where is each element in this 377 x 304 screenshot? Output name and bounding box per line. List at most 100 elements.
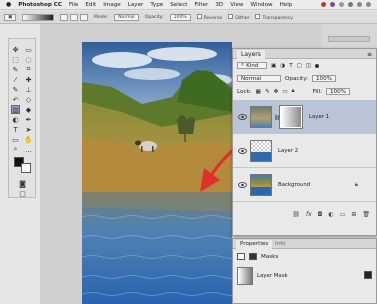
layer-name[interactable]: Layer 2	[278, 148, 298, 154]
artboard-tool-icon[interactable]: ▭	[24, 45, 33, 54]
link-layers-icon[interactable]: ⛓	[292, 211, 300, 218]
menu-3d[interactable]: 3D	[215, 2, 223, 8]
kind-filter-select[interactable]: ⌕ Kind	[237, 62, 267, 69]
angle-gradient-button[interactable]	[80, 13, 88, 21]
opacity-input[interactable]: 100%	[169, 13, 191, 21]
gradient-tool-preset[interactable]: ▣	[4, 13, 16, 21]
status-icon[interactable]	[321, 2, 326, 7]
filter-pixel-icon[interactable]: ▣	[271, 63, 276, 69]
blend-mode-select[interactable]: Normal	[237, 75, 281, 82]
delete-layer-icon[interactable]: 🗑︎	[362, 211, 370, 218]
path-select-tool-icon[interactable]: ➤	[24, 125, 33, 134]
masks-row: Masks	[233, 253, 376, 260]
layer-opacity-input[interactable]: 100%	[312, 75, 336, 82]
layers-tab[interactable]: Layers	[237, 50, 265, 59]
edit-toolbar-icon[interactable]: …	[24, 145, 33, 154]
apple-icon[interactable]: ●	[6, 1, 11, 8]
pixel-mask-button[interactable]	[364, 271, 372, 279]
status-icon-2[interactable]	[330, 2, 335, 7]
layer-name[interactable]: Background	[278, 182, 310, 188]
visibility-eye-icon[interactable]	[237, 146, 247, 156]
visibility-eye-icon[interactable]	[237, 180, 247, 190]
clone-stamp-tool-icon[interactable]: ⊥	[24, 85, 33, 94]
menu-file[interactable]: File	[69, 2, 78, 8]
battery-icon[interactable]	[348, 2, 353, 7]
fill-label: Fill:	[312, 88, 322, 95]
quick-select-tool-icon[interactable]: ✎	[11, 65, 20, 74]
wifi-icon[interactable]	[339, 2, 344, 7]
dodge-tool-icon[interactable]: ◐	[11, 115, 20, 124]
menu-image[interactable]: Image	[103, 2, 121, 8]
layer-thumbnail	[250, 174, 272, 196]
fill-input[interactable]: 100%	[325, 88, 350, 95]
type-tool-icon[interactable]: T	[11, 125, 20, 134]
menu-view[interactable]: View	[230, 2, 243, 8]
lasso-tool-icon[interactable]: ◌	[24, 55, 33, 64]
blur-tool-icon[interactable]: ◆	[24, 105, 33, 114]
mask-type-icon[interactable]	[249, 253, 257, 260]
new-group-icon[interactable]: ▭	[340, 211, 346, 218]
linear-gradient-button[interactable]	[60, 13, 68, 21]
eraser-tool-icon[interactable]: ◇	[24, 95, 33, 104]
gradient-tool-icon[interactable]: ▥	[11, 105, 20, 114]
transparency-option[interactable]: Transparency	[255, 13, 293, 21]
search-icon[interactable]	[357, 2, 362, 7]
menu-select[interactable]: Select	[170, 2, 187, 8]
opacity-label: Opacity:	[285, 75, 308, 82]
menu-help[interactable]: Help	[280, 2, 293, 8]
lock-all-icon[interactable]: 🔒︎	[292, 88, 295, 95]
menu-type[interactable]: Type	[150, 2, 163, 8]
reverse-option[interactable]: Reverse	[196, 13, 222, 21]
screen-mode-icon[interactable]: ▢	[18, 189, 27, 198]
panel-tab-stub[interactable]	[328, 36, 370, 42]
pen-tool-icon[interactable]: ✒	[24, 115, 33, 124]
history-brush-tool-icon[interactable]: ↶	[11, 95, 20, 104]
panel-menu-icon[interactable]: ≡	[367, 51, 372, 58]
dither-option[interactable]: Dither	[228, 13, 249, 21]
eyedropper-tool-icon[interactable]: ⁄	[11, 75, 20, 84]
move-tool-icon[interactable]: ✥	[11, 45, 20, 54]
layer-row-layer-1[interactable]: ⛓ Layer 1	[233, 100, 376, 134]
lock-transparent-icon[interactable]: ▦	[256, 89, 261, 95]
menu-edit[interactable]: Edit	[85, 2, 96, 8]
layer-row-layer-2[interactable]: Layer 2	[233, 134, 376, 168]
menu-filter[interactable]: Filter	[195, 2, 209, 8]
background-color-swatch[interactable]	[21, 163, 31, 173]
filter-type-icon[interactable]: T	[289, 63, 292, 69]
properties-tab[interactable]: Properties	[236, 240, 273, 249]
info-tab[interactable]: Info	[271, 240, 290, 249]
layer-name[interactable]: Layer 1	[309, 114, 329, 120]
app-name[interactable]: Photoshop CC	[18, 2, 62, 8]
crop-tool-icon[interactable]: ⌗	[24, 65, 33, 74]
hand-tool-icon[interactable]: ✋	[24, 135, 33, 144]
add-mask-icon[interactable]: ◘	[318, 211, 323, 218]
filter-shape-icon[interactable]: ▢	[297, 63, 302, 69]
layers-bottom-bar: ⛓ fx ◘ ◐ ▭ ⊞ 🗑︎	[233, 211, 376, 218]
mode-select[interactable]: Normal	[114, 13, 139, 21]
menu-window[interactable]: Window	[251, 2, 273, 8]
filter-toggle-icon[interactable]	[315, 63, 320, 68]
quick-mask-icon[interactable]: ◙	[18, 179, 27, 188]
zoom-tool-icon[interactable]: ⌕	[11, 145, 20, 154]
fx-icon[interactable]: fx	[306, 211, 312, 218]
menu-list-icon[interactable]	[366, 2, 371, 7]
new-layer-icon[interactable]: ⊞	[351, 211, 356, 218]
layer-row-background[interactable]: Background 🔒︎	[233, 168, 376, 202]
shape-tool-icon[interactable]: ▭	[11, 135, 20, 144]
lock-icon: 🔒︎	[354, 181, 358, 188]
layer-mask-thumbnail[interactable]	[279, 105, 303, 129]
lock-artboard-icon[interactable]: ▭	[282, 89, 287, 95]
filter-adjust-icon[interactable]: ◑	[280, 63, 285, 69]
mask-image-icon	[237, 253, 245, 260]
marquee-tool-icon[interactable]: ⬚	[11, 55, 20, 64]
healing-tool-icon[interactable]: ✚	[24, 75, 33, 84]
lock-position-icon[interactable]: ✥	[274, 89, 279, 95]
menu-layer[interactable]: Layer	[128, 2, 144, 8]
filter-smart-icon[interactable]: ◫	[306, 63, 311, 69]
gradient-picker[interactable]	[22, 13, 54, 21]
lock-image-icon[interactable]: ✎	[265, 89, 270, 95]
adjustment-layer-icon[interactable]: ◐	[328, 211, 333, 218]
visibility-eye-icon[interactable]	[237, 112, 247, 122]
radial-gradient-button[interactable]	[70, 13, 78, 21]
brush-tool-icon[interactable]: ✎	[11, 85, 20, 94]
